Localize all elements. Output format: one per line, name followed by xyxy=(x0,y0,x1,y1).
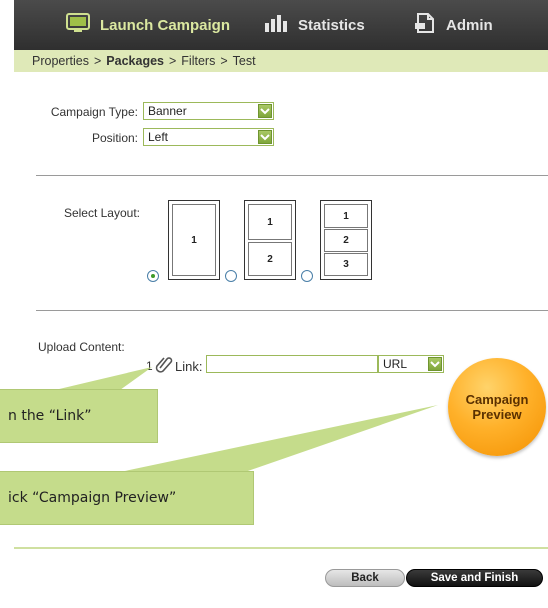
tooltip-preview-text: ick “Campaign Preview” xyxy=(8,490,177,506)
back-button[interactable]: Back xyxy=(325,569,405,587)
preview-line1: Campaign xyxy=(465,392,529,407)
tooltip-link: n the “Link” xyxy=(0,389,158,443)
bottom-divider xyxy=(14,547,548,549)
save-and-finish-button[interactable]: Save and Finish xyxy=(406,569,543,587)
tooltip-link-text: n the “Link” xyxy=(8,408,92,424)
tooltip-preview: ick “Campaign Preview” xyxy=(0,471,254,525)
preview-line2: Preview xyxy=(472,407,522,422)
campaign-preview-button[interactable]: Campaign Preview xyxy=(448,358,546,456)
